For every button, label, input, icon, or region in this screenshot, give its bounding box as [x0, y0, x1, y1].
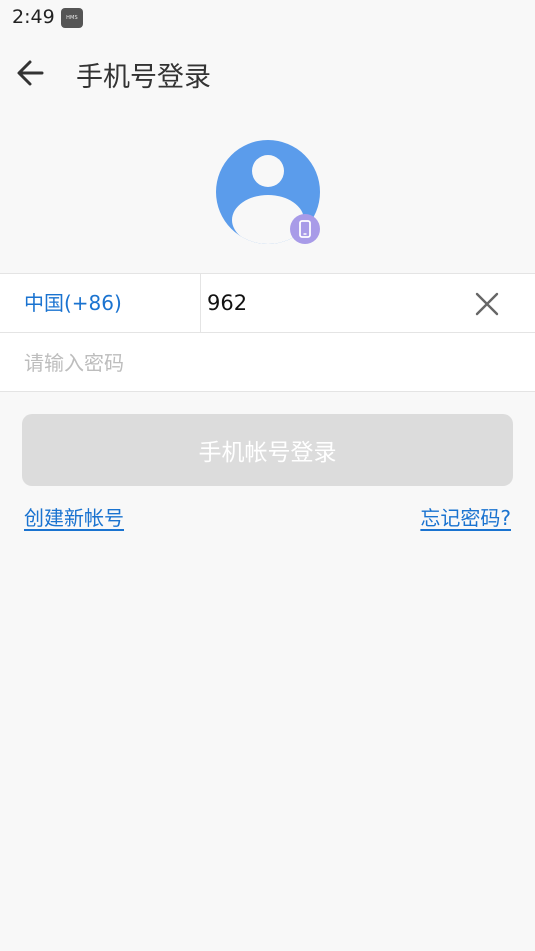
login-form: 中国(+86): [0, 273, 535, 392]
status-time: 2:49: [12, 6, 55, 28]
clear-phone-button[interactable]: [469, 286, 505, 322]
create-account-link[interactable]: 创建新帐号: [24, 502, 124, 531]
hms-icon: HMS: [61, 8, 83, 28]
back-button[interactable]: [12, 54, 50, 92]
phone-icon: [299, 220, 311, 238]
phone-badge: [290, 214, 320, 244]
password-input[interactable]: [0, 333, 535, 392]
login-button[interactable]: 手机帐号登录: [22, 414, 513, 486]
page-title: 手机号登录: [76, 62, 211, 93]
country-code-selector[interactable]: 中国(+86): [0, 274, 201, 332]
status-bar: 2:49 HMS: [0, 0, 535, 36]
back-arrow-icon: [17, 60, 44, 86]
phone-number-input[interactable]: [207, 274, 457, 332]
title-bar: 手机号登录: [0, 36, 535, 112]
phone-row: 中国(+86): [0, 274, 535, 333]
forgot-password-link[interactable]: 忘记密码?: [420, 502, 511, 531]
login-screen: 2:49 HMS 手机号登录 中国(+86) 962 手机帐号登录 创建新帐号 …: [0, 0, 535, 951]
close-icon: [475, 292, 499, 316]
